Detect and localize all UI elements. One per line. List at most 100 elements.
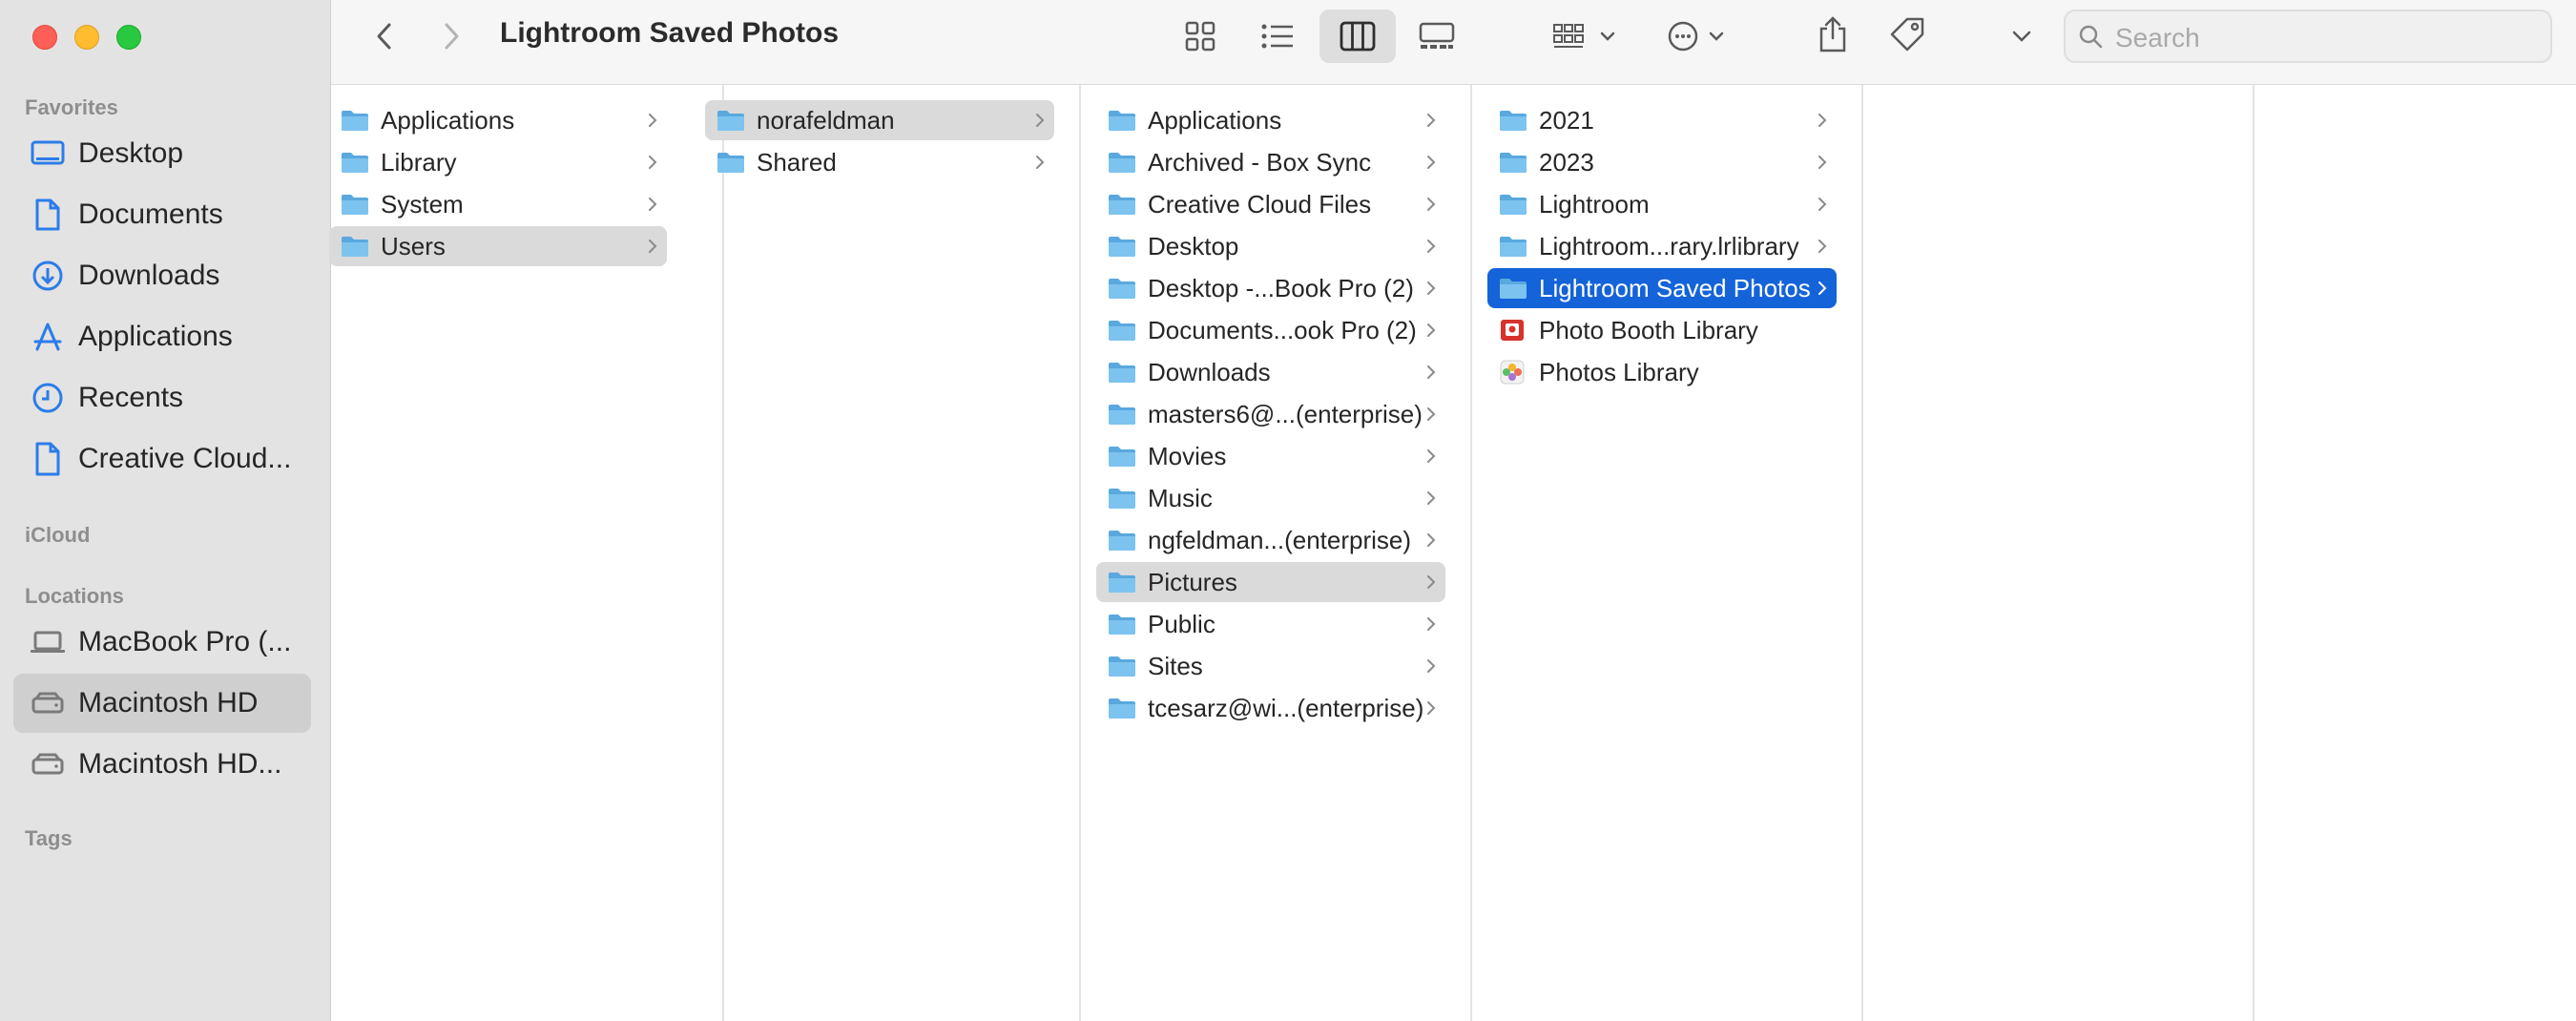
column-item[interactable]: ngfeldman...(enterprise) — [1096, 520, 1445, 560]
folder-icon — [1499, 108, 1527, 133]
window-controls — [32, 25, 141, 50]
column-item[interactable]: Pictures — [1096, 562, 1445, 602]
column-item[interactable]: Downloads — [1096, 352, 1445, 392]
desktop-icon — [29, 135, 67, 173]
chevron-down-icon[interactable] — [2008, 23, 2035, 50]
browser-column[interactable] — [2253, 85, 2576, 1021]
folder-icon — [1499, 150, 1527, 175]
sidebar-item-label: Applications — [78, 321, 233, 352]
sidebar-item-label: Macintosh HD — [78, 687, 259, 719]
column-item[interactable]: Archived - Box Sync — [1096, 142, 1445, 182]
share-icon[interactable] — [1814, 13, 1852, 55]
column-item[interactable]: Users — [329, 226, 667, 266]
folder-icon — [1108, 486, 1136, 510]
column-item[interactable]: Music — [1096, 478, 1445, 518]
browser-column[interactable]: norafeldman Shared — [688, 85, 1081, 1021]
folder-icon — [341, 192, 369, 217]
sidebar: Favorites Desktop Documents Downloads Ap… — [0, 0, 331, 1021]
close-button[interactable] — [32, 25, 57, 50]
column-item-label: 2023 — [1539, 147, 1594, 177]
column-item[interactable]: Sites — [1096, 646, 1445, 686]
forward-icon[interactable] — [436, 19, 467, 53]
column-item-label: Desktop — [1148, 231, 1239, 260]
disk-icon — [29, 745, 67, 783]
browser-column[interactable]: 2021 2023 Lightroom Lightroom...rary.lrlibr… — [1470, 85, 1863, 1021]
column-item[interactable]: Movies — [1096, 436, 1445, 476]
sidebar-item-downloads[interactable]: Downloads — [13, 246, 311, 305]
sidebar-item-macbook-pro[interactable]: MacBook Pro (... — [13, 613, 311, 672]
column-item-label: Movies — [1148, 441, 1227, 470]
column-item[interactable]: Public — [1096, 604, 1445, 644]
column-view-button[interactable] — [1319, 10, 1396, 63]
folder-icon — [1108, 150, 1136, 175]
sidebar-item-macintosh-hd[interactable]: Macintosh HD — [13, 674, 311, 733]
column-item[interactable]: Creative Cloud Files — [1096, 184, 1445, 224]
sidebar-item-creative-cloud[interactable]: Creative Cloud... — [13, 429, 311, 489]
column-item-label: 2021 — [1539, 105, 1594, 135]
chevron-right-icon — [646, 238, 659, 255]
column-item[interactable]: Desktop -...Book Pro (2) — [1096, 268, 1445, 308]
list-view-icon[interactable] — [1258, 19, 1297, 53]
column-item[interactable]: Library — [329, 142, 667, 182]
group-by-icon[interactable] — [1550, 19, 1623, 53]
folder-icon — [1108, 528, 1136, 552]
chevron-right-icon — [1424, 531, 1438, 549]
tag-icon[interactable] — [1886, 15, 1928, 53]
column-item[interactable]: Photos Library — [1487, 352, 1837, 392]
gallery-view-icon[interactable] — [1417, 19, 1457, 53]
search-field[interactable]: Search — [2064, 10, 2552, 63]
chevron-right-icon — [646, 112, 659, 129]
back-icon[interactable] — [369, 19, 400, 53]
chevron-right-icon — [1816, 238, 1829, 255]
column-item[interactable]: System — [329, 184, 667, 224]
column-item-label: Photos Library — [1539, 357, 1699, 386]
chevron-right-icon — [1424, 406, 1438, 423]
folder-icon — [1108, 444, 1136, 469]
sidebar-item-recents[interactable]: Recents — [13, 368, 311, 427]
more-actions-icon[interactable] — [1665, 19, 1737, 53]
column-item-label: Documents...ook Pro (2) — [1148, 315, 1417, 344]
sidebar-item-macintosh-hd-2[interactable]: Macintosh HD... — [13, 735, 311, 794]
icon-view-icon[interactable] — [1181, 19, 1219, 53]
column-item[interactable]: masters6@...(enterprise) — [1096, 394, 1445, 434]
chevron-right-icon — [1424, 364, 1438, 381]
column-item-label: Desktop -...Book Pro (2) — [1148, 273, 1414, 302]
sidebar-item-documents[interactable]: Documents — [13, 185, 311, 244]
column-item[interactable]: Lightroom...rary.lrlibrary — [1487, 226, 1837, 266]
column-item[interactable]: 2023 — [1487, 142, 1837, 182]
browser-column[interactable] — [1861, 85, 2254, 1021]
column-item[interactable]: tcesarz@wi...(enterprise) — [1096, 688, 1445, 728]
column-item[interactable]: Shared — [705, 142, 1054, 182]
chevron-right-icon — [1424, 657, 1438, 675]
column-item[interactable]: Lightroom Saved Photos — [1487, 268, 1837, 308]
folder-icon — [1108, 276, 1136, 301]
column-item[interactable]: Documents...ook Pro (2) — [1096, 310, 1445, 350]
column-item-label: Lightroom — [1539, 189, 1650, 219]
clock-icon — [29, 379, 67, 417]
chevron-right-icon — [1816, 280, 1829, 297]
chevron-right-icon — [646, 196, 659, 213]
column-item[interactable]: Applications — [1096, 100, 1445, 140]
chevron-right-icon — [1424, 322, 1438, 339]
sidebar-item-applications[interactable]: Applications — [13, 307, 311, 366]
browser-column[interactable]: Applications Library System Users — [329, 85, 724, 1021]
column-item[interactable]: Desktop — [1096, 226, 1445, 266]
column-item-label: Photo Booth Library — [1539, 315, 1758, 344]
column-item[interactable]: 2021 — [1487, 100, 1837, 140]
folder-icon — [717, 150, 745, 175]
column-item[interactable]: norafeldman — [705, 100, 1054, 140]
zoom-button[interactable] — [116, 25, 141, 50]
column-item-label: norafeldman — [757, 105, 895, 135]
column-item[interactable]: Applications — [329, 100, 667, 140]
browser-column[interactable]: Applications Archived - Box Sync Creative … — [1079, 85, 1472, 1021]
column-item-label: ngfeldman...(enterprise) — [1148, 525, 1412, 554]
sidebar-item-desktop[interactable]: Desktop — [13, 124, 311, 183]
chevron-right-icon — [1424, 280, 1438, 297]
sidebar-item-label: Downloads — [78, 260, 220, 291]
minimize-button[interactable] — [74, 25, 99, 50]
folder-icon — [1108, 360, 1136, 385]
column-browser: Applications Library System Users norafeldma… — [329, 85, 2576, 1021]
column-item[interactable]: Lightroom — [1487, 184, 1837, 224]
column-item[interactable]: Photo Booth Library — [1487, 310, 1837, 350]
column-item-label: Music — [1148, 483, 1213, 512]
